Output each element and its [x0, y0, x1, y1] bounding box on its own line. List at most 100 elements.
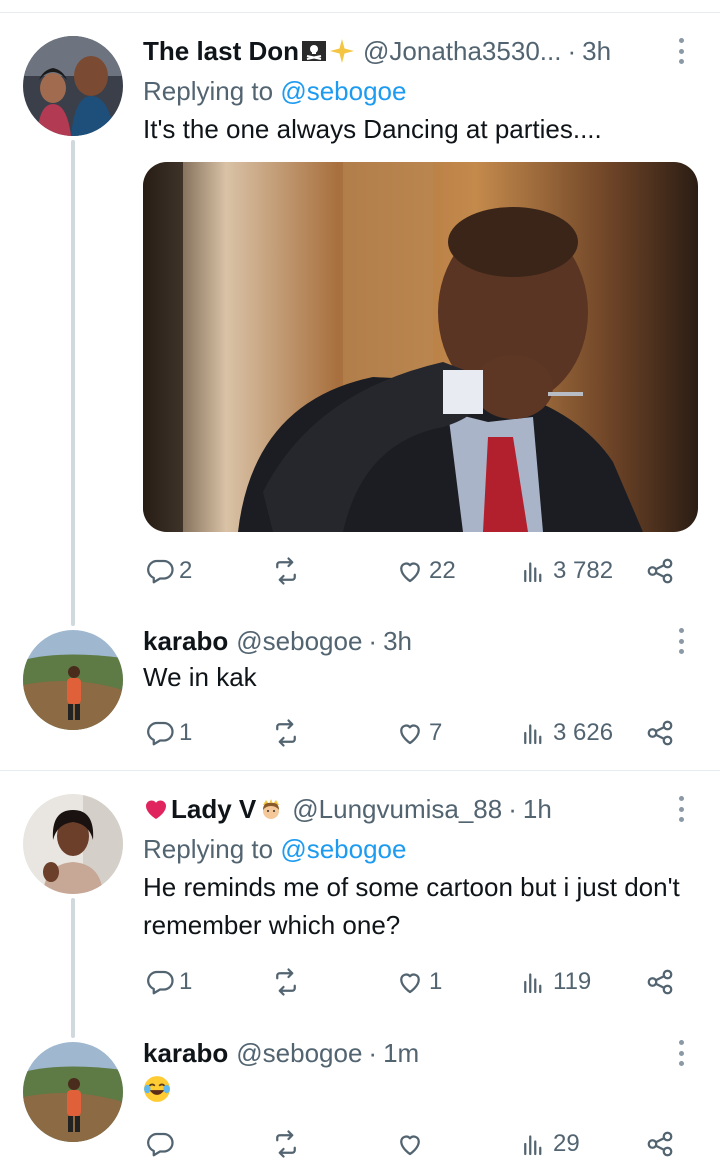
avatar[interactable]	[23, 630, 123, 730]
display-name[interactable]: Lady V	[171, 794, 256, 825]
tweet-header: karabo @sebogoe · 1m	[143, 1036, 698, 1070]
tweet-header: The last Don @Jonatha3530... · 3h	[143, 34, 698, 68]
retweet-button[interactable]	[271, 965, 305, 999]
views-icon	[524, 973, 542, 994]
share-button[interactable]	[645, 965, 675, 999]
princess-icon	[263, 799, 280, 819]
share-icon	[647, 969, 673, 995]
user-handle[interactable]: @Lungvumisa_88	[292, 794, 502, 825]
mention-link[interactable]: @sebogoe	[280, 834, 406, 864]
share-icon	[647, 720, 673, 746]
heart-icon	[400, 1135, 420, 1156]
share-button[interactable]	[645, 554, 675, 588]
views-button[interactable]: 119	[519, 965, 591, 999]
retweet-icon	[276, 557, 296, 585]
share-icon	[647, 558, 673, 584]
more-options-icon[interactable]	[674, 628, 688, 654]
separator: ·	[567, 35, 577, 66]
retweet-icon	[276, 1130, 296, 1158]
pirate-flag-icon	[302, 41, 327, 61]
reply-button[interactable]: 1	[145, 716, 192, 750]
thread-line	[71, 898, 75, 1038]
heart-icon	[400, 724, 420, 745]
timestamp[interactable]: 3h	[383, 626, 412, 657]
tweet-actions: 1 1 119	[143, 965, 683, 999]
views-button[interactable]: 3 626	[519, 716, 613, 750]
like-count: 7	[429, 719, 443, 746]
display-name[interactable]: karabo	[143, 626, 228, 657]
tweet-header: Lady V @Lungvumisa_88 · 1h	[143, 792, 698, 826]
tweet[interactable]: Lady V @Lungvumisa_88 · 1h Replying to @…	[143, 792, 698, 944]
like-button[interactable]	[395, 1127, 429, 1161]
retweet-button[interactable]	[271, 554, 305, 588]
replying-to: Replying to @sebogoe	[143, 832, 698, 866]
replying-to: Replying to @sebogoe	[143, 74, 698, 108]
more-options-icon[interactable]	[674, 1040, 688, 1066]
top-divider	[0, 12, 720, 13]
share-button[interactable]	[645, 1127, 675, 1161]
view-count: 3 626	[553, 719, 614, 746]
retweet-icon	[276, 968, 296, 996]
reply-count: 1	[179, 719, 193, 746]
view-count: 119	[553, 968, 592, 995]
share-button[interactable]	[645, 716, 675, 750]
like-button[interactable]: 7	[395, 716, 442, 750]
reply-icon	[147, 1132, 174, 1157]
display-name[interactable]: The last Don	[143, 36, 299, 67]
timestamp[interactable]: 1m	[383, 1038, 419, 1069]
like-button[interactable]: 1	[395, 965, 442, 999]
face-with-tears-of-joy-icon	[144, 1076, 170, 1102]
tweet-text: We in kak	[143, 662, 257, 692]
tweet-text: He reminds me of some cartoon but i just…	[143, 872, 680, 940]
reply-icon	[147, 559, 174, 584]
share-icon	[647, 1131, 673, 1157]
red-heart-icon	[145, 800, 167, 819]
sparkle-icon	[330, 39, 355, 63]
retweet-button[interactable]	[271, 716, 305, 750]
reply-button[interactable]: 2	[145, 554, 192, 588]
avatar[interactable]	[23, 36, 123, 136]
tweet-photo[interactable]	[143, 162, 698, 532]
reply-button[interactable]	[145, 1127, 179, 1161]
mention-link[interactable]: @sebogoe	[280, 76, 406, 106]
reply-button[interactable]: 1	[145, 965, 192, 999]
user-handle[interactable]: @Jonatha3530...	[363, 36, 561, 67]
tweet-header: karabo @sebogoe · 3h	[143, 624, 698, 658]
more-options-icon[interactable]	[674, 796, 688, 822]
views-icon	[524, 562, 542, 583]
views-icon	[524, 724, 542, 745]
more-options-icon[interactable]	[674, 38, 688, 64]
timestamp[interactable]: 1h	[523, 794, 552, 825]
retweet-icon	[276, 719, 296, 747]
tweet-actions: 29	[143, 1127, 683, 1161]
timestamp[interactable]: 3h	[582, 36, 611, 67]
reply-icon	[147, 721, 174, 746]
like-count: 1	[429, 968, 443, 995]
retweet-button[interactable]	[271, 1127, 305, 1161]
like-button[interactable]: 22	[395, 554, 456, 588]
separator: ·	[508, 793, 517, 824]
tweet[interactable]: The last Don @Jonatha3530... · 3h Replyi…	[143, 34, 698, 148]
tweet[interactable]: karabo @sebogoe · 1m	[143, 1036, 698, 1108]
thread-divider	[0, 770, 720, 771]
heart-icon	[400, 973, 420, 994]
reply-count: 2	[179, 557, 193, 584]
user-handle[interactable]: @sebogoe	[236, 626, 362, 657]
view-count: 3 782	[553, 557, 614, 584]
views-button[interactable]: 3 782	[519, 554, 613, 588]
views-button[interactable]: 29	[519, 1127, 580, 1161]
reply-icon	[147, 970, 174, 995]
avatar[interactable]	[23, 794, 123, 894]
like-count: 22	[429, 557, 456, 584]
reply-count: 1	[179, 968, 193, 995]
tweet-text	[143, 1070, 698, 1108]
tweet-actions: 2 22 3 782	[143, 554, 683, 588]
replying-label: Replying to	[143, 76, 281, 106]
display-name[interactable]: karabo	[143, 1038, 228, 1069]
separator: ·	[368, 1037, 378, 1068]
tweet[interactable]: karabo @sebogoe · 3h We in kak	[143, 624, 698, 696]
heart-icon	[400, 562, 420, 583]
views-icon	[524, 1135, 542, 1156]
user-handle[interactable]: @sebogoe	[236, 1038, 362, 1069]
avatar[interactable]	[23, 1042, 123, 1142]
